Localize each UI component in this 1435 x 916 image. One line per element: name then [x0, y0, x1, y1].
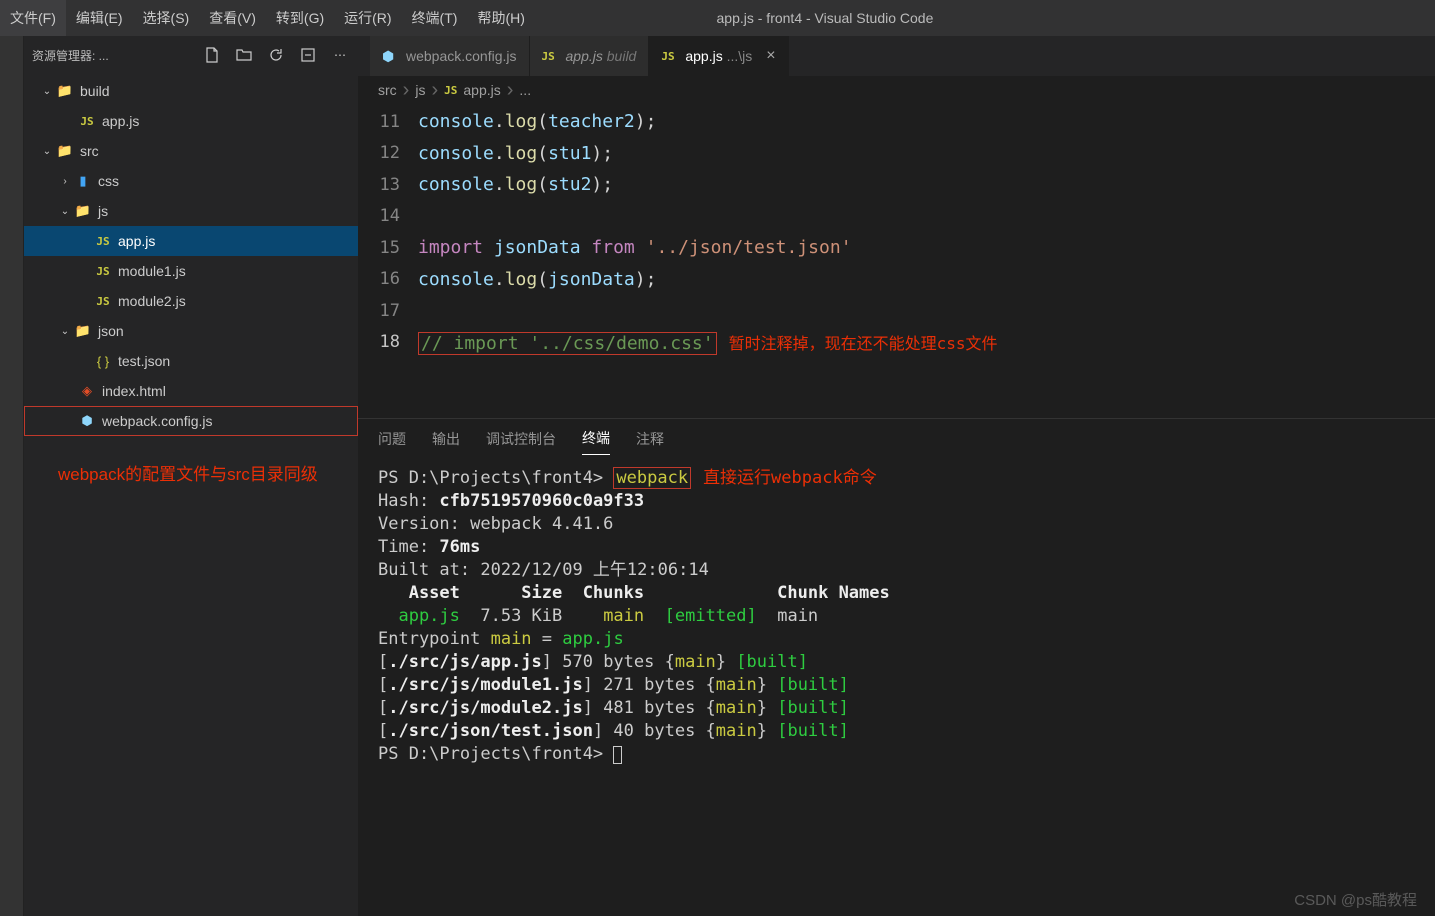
- menu-terminal[interactable]: 终端(T): [402, 0, 468, 36]
- file-index-html[interactable]: ◈index.html: [24, 376, 358, 406]
- file-app-js[interactable]: JSapp.js: [24, 226, 358, 256]
- editor-tabs: ⬢webpack.config.js JSapp.js build JSapp.…: [358, 36, 1435, 76]
- close-icon[interactable]: ×: [766, 47, 775, 65]
- code-line-18[interactable]: 18 // import '../css/demo.css'暂时注释掉，现在还不…: [358, 327, 1435, 359]
- panel-tabs: 问题 输出 调试控制台 终端 注释: [358, 419, 1435, 455]
- refresh-icon[interactable]: [266, 45, 286, 65]
- window-title: app.js - front4 - Visual Studio Code: [535, 10, 1115, 26]
- menu-select[interactable]: 选择(S): [133, 0, 200, 36]
- more-icon[interactable]: ⋯: [330, 45, 350, 65]
- breadcrumb[interactable]: src› js› JSapp.js› ...: [358, 76, 1435, 104]
- activity-bar: [0, 36, 24, 916]
- new-folder-icon[interactable]: [234, 45, 254, 65]
- panel-tab-debug[interactable]: 调试控制台: [486, 423, 556, 455]
- watermark: CSDN @ps酷教程: [1294, 889, 1417, 910]
- file-module2[interactable]: JSmodule2.js: [24, 286, 358, 316]
- annotation-code-box: // import '../css/demo.css': [418, 332, 717, 355]
- tab-webpack-config[interactable]: ⬢webpack.config.js: [370, 36, 530, 76]
- folder-src[interactable]: ⌄📁src: [24, 136, 358, 166]
- menu-view[interactable]: 查看(V): [199, 0, 266, 36]
- menu-file[interactable]: 文件(F): [0, 0, 66, 36]
- new-file-icon[interactable]: [202, 45, 222, 65]
- terminal[interactable]: PS D:\Projects\front4> webpack直接运行webpac…: [358, 455, 1435, 766]
- file-module1[interactable]: JSmodule1.js: [24, 256, 358, 286]
- panel-tab-problems[interactable]: 问题: [378, 423, 406, 455]
- menu-help[interactable]: 帮助(H): [467, 0, 534, 36]
- folder-json[interactable]: ⌄📁json: [24, 316, 358, 346]
- code-line-14[interactable]: 14: [358, 201, 1435, 233]
- annotation-code-text: 暂时注释掉，现在还不能处理css文件: [729, 334, 998, 353]
- panel-tab-comments[interactable]: 注释: [636, 423, 664, 455]
- code-line-15[interactable]: 15import jsonData from '../json/test.jso…: [358, 232, 1435, 264]
- explorer-sidebar: 资源管理器: ... ⋯ ⌄📁build JSapp.js ⌄📁src ›▮cs…: [24, 36, 358, 916]
- menu-bar: 文件(F) 编辑(E) 选择(S) 查看(V) 转到(G) 运行(R) 终端(T…: [0, 0, 1435, 36]
- file-webpack-config[interactable]: ⬢webpack.config.js: [24, 406, 358, 436]
- panel-tab-terminal[interactable]: 终端: [582, 422, 610, 455]
- folder-js[interactable]: ⌄📁js: [24, 196, 358, 226]
- code-line-13[interactable]: 13console.log(stu2);: [358, 169, 1435, 201]
- explorer-title: 资源管理器: ...: [32, 47, 202, 64]
- tab-app-build[interactable]: JSapp.js build: [530, 36, 650, 76]
- annotation-sidebar: webpack的配置文件与src目录同级: [58, 460, 358, 485]
- menu-edit[interactable]: 编辑(E): [66, 0, 133, 36]
- collapse-icon[interactable]: [298, 45, 318, 65]
- code-line-11[interactable]: 11console.log(teacher2);: [358, 106, 1435, 138]
- file-build-app[interactable]: JSapp.js: [24, 106, 358, 136]
- folder-css[interactable]: ›▮css: [24, 166, 358, 196]
- file-test-json[interactable]: { }test.json: [24, 346, 358, 376]
- code-line-16[interactable]: 16console.log(jsonData);: [358, 264, 1435, 296]
- menu-run[interactable]: 运行(R): [334, 0, 401, 36]
- tab-app-js[interactable]: JSapp.js ...\js×: [649, 36, 788, 76]
- panel-tab-output[interactable]: 输出: [432, 423, 460, 455]
- menu-goto[interactable]: 转到(G): [266, 0, 334, 36]
- code-line-12[interactable]: 12console.log(stu1);: [358, 138, 1435, 170]
- folder-build[interactable]: ⌄📁build: [24, 76, 358, 106]
- code-line-17[interactable]: 17: [358, 295, 1435, 327]
- code-editor[interactable]: 11console.log(teacher2);12console.log(st…: [358, 104, 1435, 358]
